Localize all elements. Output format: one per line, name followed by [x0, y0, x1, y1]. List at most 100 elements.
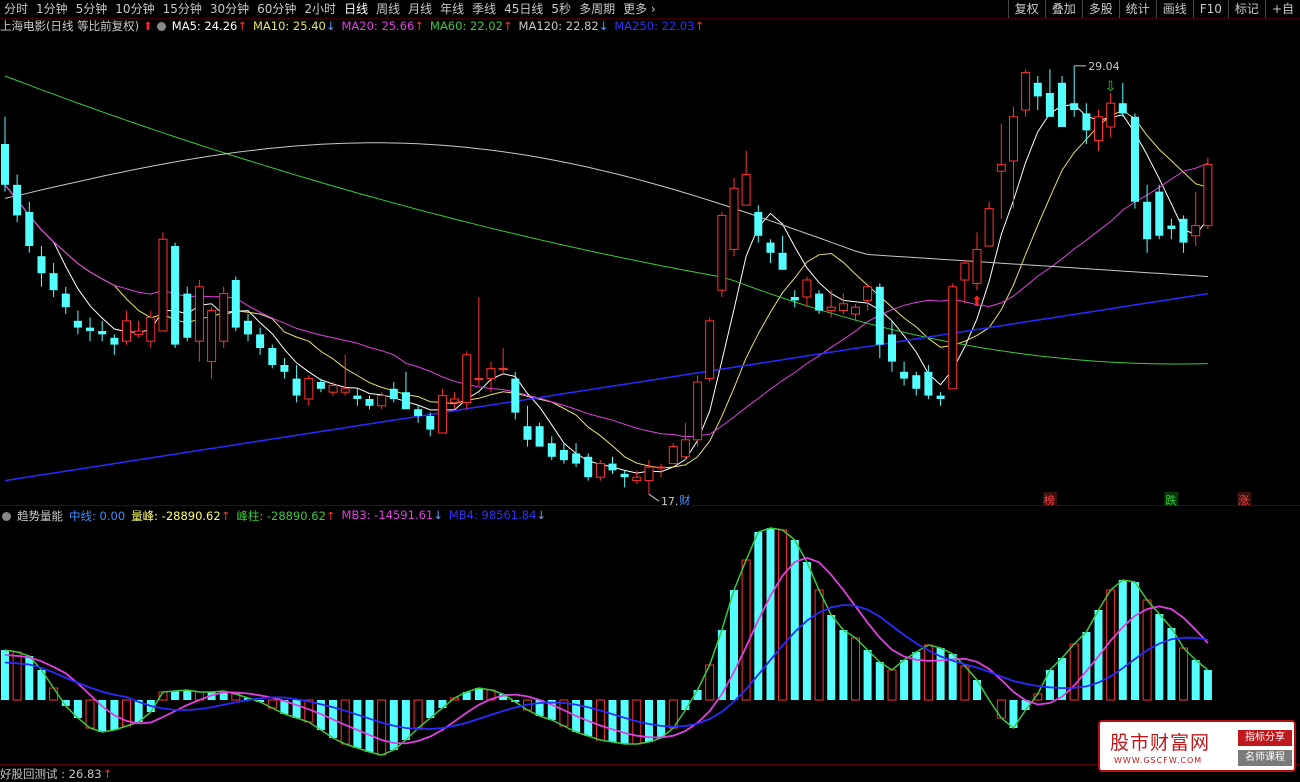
candle-body-54: [656, 466, 666, 469]
candle-body-15: [183, 293, 192, 338]
indicator-values: 中线: 0.00 量峰: -28890.62↑ 峰柱: -28890.62↑ MB3:…: [69, 508, 552, 524]
settings-gear-icon[interactable]: [2, 511, 11, 521]
volume-bar-30: [365, 700, 374, 752]
volume-bar-82: [996, 699, 1006, 719]
volume-bar-69: [839, 630, 848, 700]
volume-bar-0: [1, 650, 9, 700]
bottom-indicator-legend: 好股回测试 : 26.83 ↑: [0, 766, 118, 782]
ma10-line: [4, 109, 1208, 469]
candle-body-49: [595, 463, 605, 478]
mb3-line: [4, 556, 1209, 745]
candle-body-38: [462, 354, 472, 403]
candle-body-3: [37, 256, 46, 274]
candle-body-53: [644, 466, 654, 482]
candle-body-26: [316, 382, 325, 389]
candle-body-86: [1045, 93, 1054, 117]
indicator-legend-3: MB3: -14591.61↓: [341, 508, 443, 522]
candle-body-32: [389, 388, 398, 399]
volume-bar-15: [183, 690, 192, 700]
volume-bar-4: [49, 687, 59, 701]
watermark-tag-share: 指标分享: [1238, 730, 1292, 746]
bottom-indicator-arrow: ↑: [102, 767, 113, 781]
candle-body-94: [1143, 201, 1152, 240]
candle-body-92: [1118, 103, 1127, 114]
indicator-legend-arrow-2: ↑: [325, 509, 336, 523]
candle-body-16: [194, 286, 204, 342]
candle-body-50: [608, 463, 617, 471]
candle-body-47: [572, 453, 581, 464]
volume-bar-66: [802, 562, 811, 700]
candle-body-91: [1106, 102, 1116, 128]
candle-body-7: [86, 327, 94, 331]
event-tag-2: 跌: [1165, 493, 1176, 507]
candle-body-95: [1155, 191, 1164, 236]
candle-body-93: [1131, 116, 1139, 202]
candle-body-5: [61, 293, 70, 308]
volume-bar-34: [413, 699, 423, 729]
volume-bar-50: [608, 700, 617, 742]
candle-body-36: [437, 395, 447, 434]
candle-body-82: [996, 163, 1006, 172]
candle-body-88: [1070, 103, 1079, 110]
candle-body-74: [900, 371, 909, 379]
candle-body-43: [523, 426, 532, 440]
candle-body-97: [1179, 218, 1188, 243]
volume-bar-99: [1203, 670, 1212, 700]
peak-line: [4, 527, 1209, 756]
candle-body-30: [365, 399, 374, 406]
low-label-leader: [648, 493, 660, 502]
candle-body-87: [1058, 82, 1066, 127]
volume-bar-67: [814, 589, 824, 701]
candle-body-72: [875, 286, 884, 345]
candle-body-57: [693, 381, 703, 441]
volume-bar-54: [657, 700, 666, 738]
candle-body-56: [680, 439, 690, 458]
candle-body-24: [292, 378, 301, 396]
volume-bar-51: [620, 700, 629, 744]
candle-body-29: [353, 395, 362, 399]
kline-chart[interactable]: 29.0417.44⬆⇩财榜跌涨: [0, 0, 1300, 776]
candle-body-77: [936, 395, 945, 399]
candle-body-83: [1009, 116, 1018, 162]
event-tag-3: 涨: [1238, 494, 1249, 507]
candle-body-69: [838, 303, 848, 312]
candle-body-10: [122, 320, 131, 342]
volume-bar-60: [730, 590, 738, 700]
volume-bar-39: [474, 688, 483, 700]
candle-body-31: [377, 395, 387, 407]
buy-arrow-icon: ⬆: [971, 294, 983, 310]
volume-bar-14: [171, 691, 180, 700]
candle-body-84: [1021, 72, 1031, 111]
candle-body-78: [948, 286, 958, 390]
watermark-main: 股市财富网: [1110, 732, 1211, 754]
candle-body-12: [146, 316, 156, 342]
volume-bar-79: [960, 665, 970, 701]
volume-bar-2: [25, 656, 34, 700]
watermark-url: WWW.GSCFW.COM: [1114, 756, 1203, 765]
event-tag-0: 财: [679, 493, 690, 507]
sell-arrow-icon: ⇩: [1105, 79, 1117, 95]
candle-body-67: [815, 293, 824, 311]
candle-body-41: [498, 367, 508, 370]
indicator-legend-arrow-3: ↓: [433, 508, 443, 522]
candle-body-70: [851, 306, 860, 315]
candle-body-51: [620, 473, 629, 478]
volume-bar-89: [1082, 632, 1091, 700]
volume-bar-1: [12, 651, 22, 701]
candle-body-58: [705, 320, 715, 380]
volume-bar-76: [923, 644, 933, 701]
candle-body-23: [280, 365, 289, 372]
candle-body-90: [1094, 116, 1103, 142]
volume-bar-97: [1179, 647, 1188, 701]
volume-bar-63: [766, 528, 775, 700]
candle-body-96: [1167, 225, 1176, 229]
volume-bar-61: [741, 559, 751, 701]
candle-body-66: [802, 279, 812, 298]
candle-body-44: [535, 426, 544, 447]
candle-body-99: [1203, 163, 1213, 227]
candle-body-14: [171, 246, 180, 345]
candle-body-13: [158, 238, 168, 332]
indicator-legend-2: 峰柱: -28890.62↑: [236, 509, 336, 523]
volume-bar-7: [85, 699, 95, 729]
price-high-label: 29.04: [1088, 60, 1120, 73]
